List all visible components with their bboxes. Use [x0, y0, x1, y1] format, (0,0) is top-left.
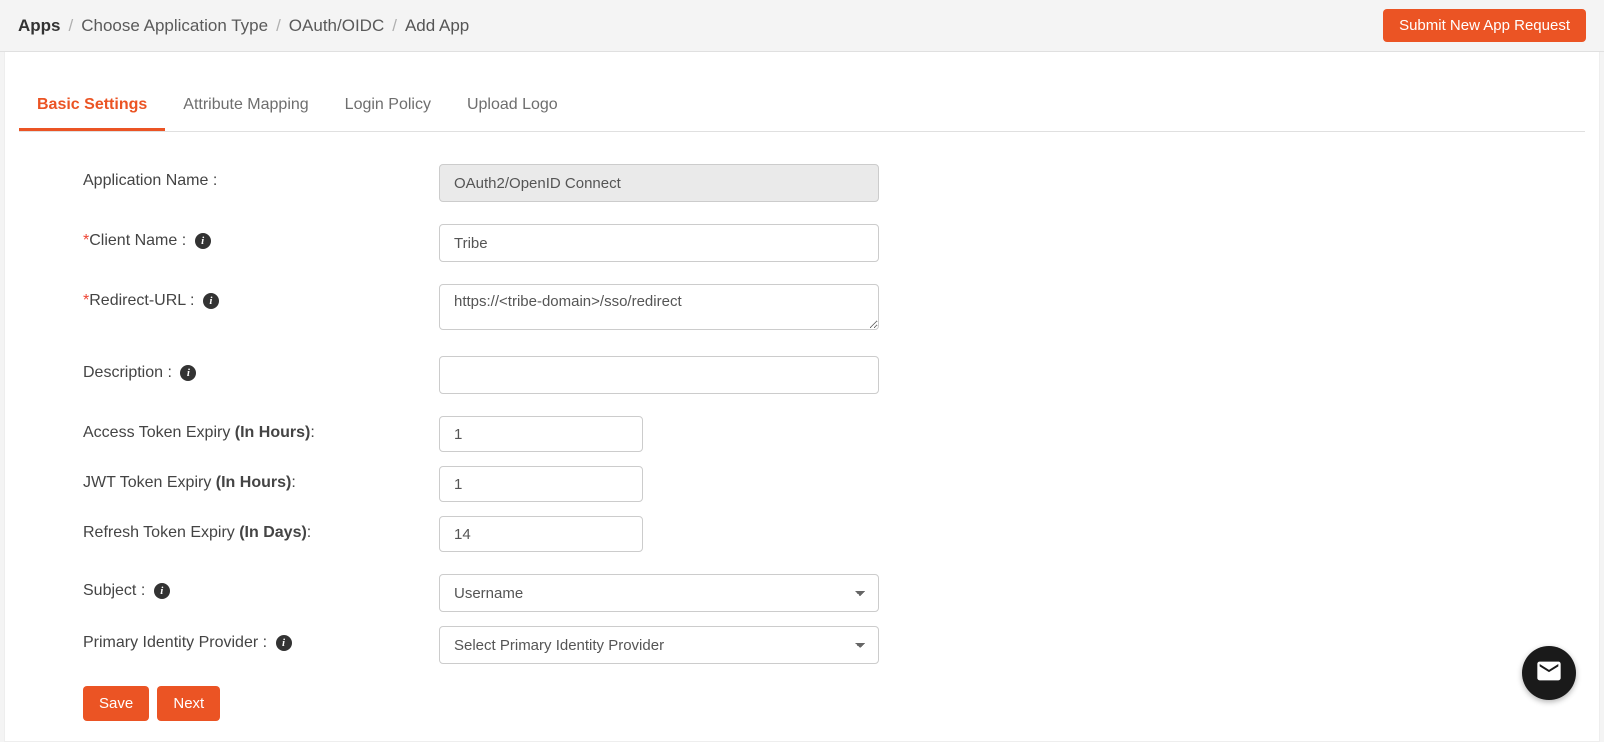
jwt-token-expiry-input[interactable]	[439, 466, 643, 502]
info-icon[interactable]: i	[154, 583, 170, 599]
breadcrumb: Apps / Choose Application Type / OAuth/O…	[18, 16, 469, 36]
label-client-name: *Client Name : i	[83, 224, 439, 250]
label-redirect-url: *Redirect-URL : i	[83, 284, 439, 310]
chat-widget-button[interactable]	[1522, 646, 1576, 700]
label-access-token-expiry: Access Token Expiry (In Hours):	[83, 416, 439, 442]
submit-new-app-request-button[interactable]: Submit New App Request	[1383, 9, 1586, 42]
subject-select[interactable]: Username	[439, 574, 879, 612]
label-jwt-token-expiry: JWT Token Expiry (In Hours):	[83, 466, 439, 492]
tab-login-policy[interactable]: Login Policy	[327, 86, 449, 131]
info-icon[interactable]: i	[180, 365, 196, 381]
breadcrumb-add-app: Add App	[405, 16, 469, 36]
save-button[interactable]: Save	[83, 686, 149, 721]
tab-basic-settings[interactable]: Basic Settings	[19, 86, 165, 131]
tab-upload-logo[interactable]: Upload Logo	[449, 86, 576, 131]
breadcrumb-apps[interactable]: Apps	[18, 16, 61, 36]
label-application-name: Application Name :	[83, 164, 439, 190]
label-subject: Subject : i	[83, 574, 439, 600]
breadcrumb-sep: /	[392, 16, 397, 36]
mail-icon	[1535, 657, 1563, 689]
breadcrumb-oauth[interactable]: OAuth/OIDC	[289, 16, 384, 36]
description-input[interactable]	[439, 356, 879, 394]
breadcrumb-sep: /	[69, 16, 74, 36]
info-icon[interactable]: i	[276, 635, 292, 651]
refresh-token-expiry-input[interactable]	[439, 516, 643, 552]
primary-idp-select[interactable]: Select Primary Identity Provider	[439, 626, 879, 664]
label-primary-idp: Primary Identity Provider : i	[83, 626, 439, 652]
application-name-input	[439, 164, 879, 202]
access-token-expiry-input[interactable]	[439, 416, 643, 452]
label-description: Description : i	[83, 356, 439, 382]
next-button[interactable]: Next	[157, 686, 220, 721]
info-icon[interactable]: i	[195, 233, 211, 249]
client-name-input[interactable]	[439, 224, 879, 262]
info-icon[interactable]: i	[203, 293, 219, 309]
breadcrumb-choose-type[interactable]: Choose Application Type	[81, 16, 268, 36]
tabs: Basic Settings Attribute Mapping Login P…	[19, 52, 1585, 132]
label-refresh-token-expiry: Refresh Token Expiry (In Days):	[83, 516, 439, 542]
redirect-url-input[interactable]: https://<tribe-domain>/sso/redirect	[439, 284, 879, 330]
breadcrumb-sep: /	[276, 16, 281, 36]
tab-attribute-mapping[interactable]: Attribute Mapping	[165, 86, 326, 131]
